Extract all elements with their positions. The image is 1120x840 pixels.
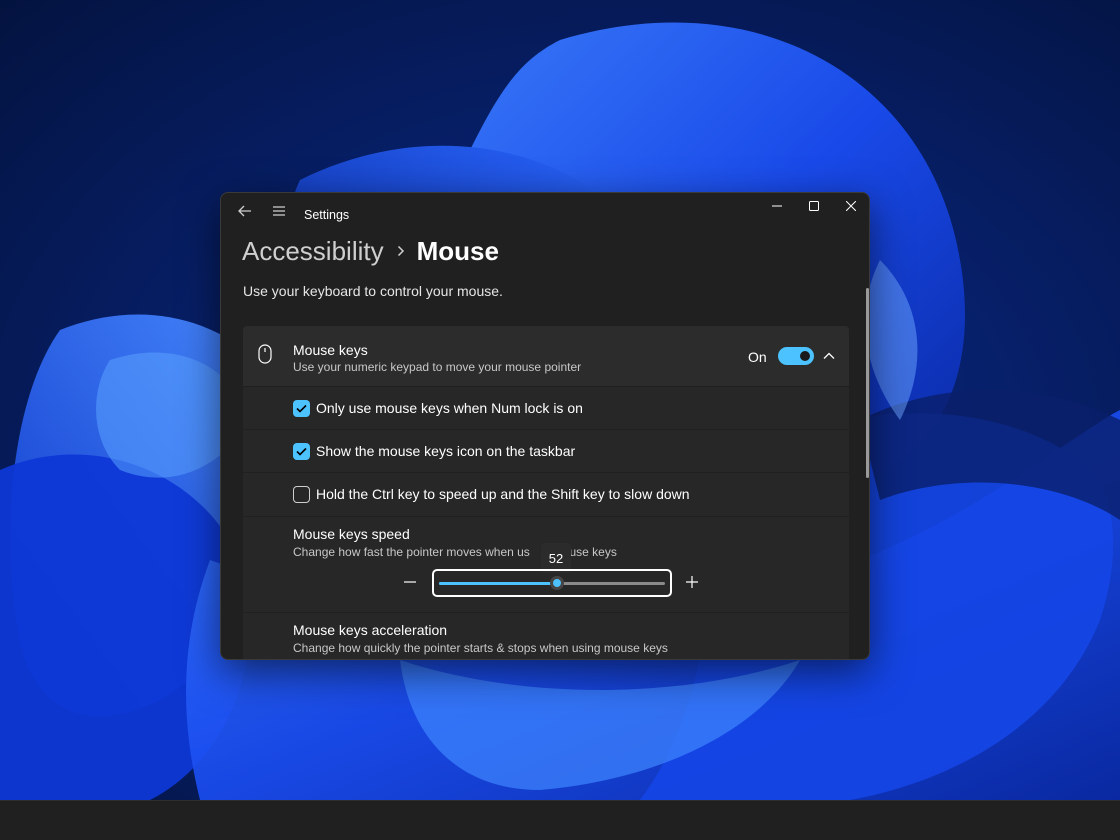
mouse-keys-description: Use your numeric keypad to move your mou… — [293, 360, 582, 374]
taskbar-icon-label[interactable]: Show the mouse keys icon on the taskbar — [316, 443, 575, 459]
speed-slider[interactable] — [432, 569, 672, 597]
slider-thumb-inner — [552, 579, 561, 587]
num-lock-label[interactable]: Only use mouse keys when Num lock is on — [316, 400, 583, 416]
acceleration-title: Mouse keys acceleration — [293, 622, 448, 638]
mouse-keys-card: Mouse keys Use your numeric keypad to mo… — [243, 326, 849, 386]
num-lock-checkbox[interactable] — [293, 400, 310, 417]
settings-window: Settings Accessibility Mouse Use your ke… — [220, 192, 870, 660]
slider-track — [439, 576, 665, 590]
option-row-num-lock: Only use mouse keys when Num lock is on — [243, 387, 849, 429]
close-icon — [845, 198, 857, 216]
mouse-icon — [257, 344, 273, 369]
ctrl-shift-checkbox[interactable] — [293, 486, 310, 503]
slider-fill — [439, 582, 557, 585]
toggle-knob — [800, 351, 810, 361]
maximize-icon — [809, 198, 819, 216]
checkmark-icon — [296, 443, 307, 461]
option-row-taskbar-icon: Show the mouse keys icon on the taskbar — [243, 430, 849, 472]
toggle-state-label: On — [748, 349, 767, 365]
collapse-button[interactable] — [819, 347, 839, 365]
plus-icon — [686, 575, 698, 593]
acceleration-description: Change how quickly the pointer starts & … — [293, 641, 668, 655]
taskbar — [0, 800, 1120, 840]
mouse-keys-toggle[interactable] — [778, 347, 814, 365]
minimize-button[interactable] — [758, 193, 796, 221]
page-description: Use your keyboard to control your mouse. — [243, 283, 503, 299]
mouse-keys-acceleration-row: Mouse keys acceleration Change how quick… — [243, 613, 849, 659]
back-button[interactable] — [229, 199, 261, 227]
back-arrow-icon — [238, 204, 252, 222]
option-row-ctrl-shift: Hold the Ctrl key to speed up and the Sh… — [243, 473, 849, 516]
chevron-up-icon — [823, 347, 835, 365]
vertical-scrollbar[interactable] — [866, 288, 869, 478]
decrease-speed-button[interactable] — [399, 573, 421, 595]
navigation-menu-button[interactable] — [263, 199, 295, 227]
maximize-button[interactable] — [795, 193, 833, 221]
taskbar-icon-checkbox[interactable] — [293, 443, 310, 460]
increase-speed-button[interactable] — [681, 573, 703, 595]
mouse-keys-title: Mouse keys — [293, 342, 368, 358]
minus-icon — [404, 575, 416, 593]
hamburger-menu-icon — [272, 204, 286, 222]
mouse-keys-speed-row: Mouse keys speed Change how fast the poi… — [243, 517, 849, 612]
page-title: Mouse — [416, 235, 499, 266]
checkmark-icon — [296, 400, 307, 418]
chevron-right-icon — [397, 245, 405, 257]
slider-thumb[interactable] — [549, 576, 564, 590]
minimize-icon — [772, 198, 782, 216]
breadcrumb: Accessibility Mouse — [242, 231, 499, 271]
breadcrumb-accessibility-link[interactable]: Accessibility — [242, 236, 384, 267]
close-button[interactable] — [832, 193, 869, 221]
app-title: Settings — [304, 208, 350, 222]
speed-title: Mouse keys speed — [293, 526, 410, 542]
ctrl-shift-label[interactable]: Hold the Ctrl key to speed up and the Sh… — [316, 486, 690, 502]
speed-description-start: Change how fast the pointer moves when u… — [293, 545, 530, 559]
